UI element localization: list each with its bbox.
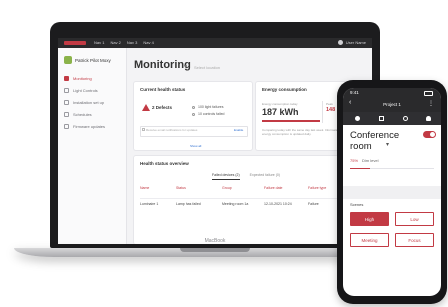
health-status-card: Current health status 2 Defects 100 ligh… <box>134 82 252 150</box>
avatar <box>337 40 343 45</box>
laptop-brand-label: MacBook <box>204 238 226 244</box>
tab-expected-failure[interactable]: Expected failure (0) <box>250 173 280 180</box>
sidebar-item-label: Firmware updates <box>73 123 106 129</box>
clock: 9:41 <box>350 90 359 95</box>
dim-slider-fill <box>350 168 370 169</box>
laptop-notch <box>180 248 250 252</box>
checkbox[interactable] <box>142 128 145 131</box>
building-icon <box>64 56 72 64</box>
failure-stat: 10 controls failed <box>192 112 224 116</box>
user-name: User Name <box>345 40 366 45</box>
warning-icon <box>142 104 150 111</box>
dim-level-row: 75% Dim level <box>350 158 378 163</box>
dim-percent: 75% <box>350 158 359 163</box>
section-divider <box>343 186 441 199</box>
top-nav-item[interactable]: Nav 2 <box>110 40 120 46</box>
battery-icon <box>424 91 433 96</box>
more-menu-icon[interactable]: ⋮ <box>428 100 434 108</box>
column-header[interactable]: Status <box>176 186 186 190</box>
building-selector[interactable]: Patrick Pilot Moxy <box>64 56 111 64</box>
light-icon <box>64 87 69 93</box>
sidebar-item-label: Installation set up <box>73 99 105 105</box>
tab-failed-devices[interactable]: Failed devices (2) <box>212 173 240 180</box>
installation-icon <box>64 99 69 105</box>
table-row[interactable]: Luminaire 1 Lamp has failed Meeting room… <box>140 198 366 207</box>
table-cell: Luminaire 1 <box>140 202 159 206</box>
notification-text: Receive email notifications for updates <box>146 128 198 132</box>
status-dot-icon <box>192 105 195 109</box>
sidebar-item-schedules[interactable]: Schedules <box>64 108 105 120</box>
scene-meeting-button[interactable]: Meeting <box>350 233 389 247</box>
chevron-down-icon[interactable]: ▾ <box>386 141 389 148</box>
show-all-link[interactable]: Show all <box>190 144 201 148</box>
room-name: Conference room <box>350 130 400 152</box>
energy-label: Energy consumption today <box>262 102 298 106</box>
peak-label: Peak <box>326 102 333 106</box>
square-icon[interactable] <box>379 116 384 121</box>
monitoring-icon <box>64 75 69 81</box>
defect-count: 2 Defects <box>152 105 173 110</box>
scene-focus-button[interactable]: Focus <box>395 233 434 247</box>
sidebar-item-label: Light Controls <box>73 87 98 93</box>
status-bar: 9:41 <box>343 88 441 98</box>
enable-link[interactable]: Enable <box>234 128 243 132</box>
table-cell: Meeting room 1a <box>222 202 249 206</box>
scenes-label: Scenes <box>350 202 364 207</box>
card-title: Current health status <box>140 87 186 92</box>
scene-low-button[interactable]: Low <box>395 212 434 226</box>
sidebar-nav: Monitoring Light Controls Installation s… <box>64 72 105 132</box>
sidebar-item-label: Schedules <box>73 111 92 117</box>
energy-value: 187 kWh <box>262 107 299 117</box>
sidebar-item-installation[interactable]: Installation set up <box>64 96 105 108</box>
app-title: Project 1 <box>383 102 401 107</box>
laptop-screen: Nav 1 Nav 2 Nav 3 Nav 4 User Name Patric… <box>58 38 372 244</box>
phone-screen: 9:41 ‹ Project 1 ⋮ Conference room ▾ 75%… <box>343 88 441 296</box>
top-bar: Nav 1 Nav 2 Nav 3 Nav 4 User Name <box>58 38 372 48</box>
top-nav-item[interactable]: Nav 1 <box>94 40 104 46</box>
status-dot-icon <box>192 112 195 116</box>
dim-label: Dim level <box>362 158 379 163</box>
table-header: Name Status Group Failure date Failure t… <box>140 186 366 192</box>
energy-bar <box>262 120 320 122</box>
firmware-icon <box>64 123 69 129</box>
sidebar-item-monitoring[interactable]: Monitoring <box>64 72 105 84</box>
chevron-down-icon[interactable]: ▾ <box>184 63 187 70</box>
column-header[interactable]: Group <box>222 186 232 190</box>
column-header[interactable]: Name <box>140 186 149 190</box>
stat-label: 10 controls failed <box>198 112 225 116</box>
building-name: Patrick Pilot Moxy <box>75 57 111 63</box>
power-toggle[interactable] <box>423 131 436 138</box>
scene-high-button[interactable]: High <box>350 212 389 226</box>
user-icon[interactable] <box>426 116 431 121</box>
bulb-icon[interactable] <box>355 116 360 121</box>
gear-icon[interactable] <box>403 116 408 121</box>
card-title: Energy consumption <box>262 87 307 92</box>
page-title: Monitoring <box>134 59 191 71</box>
brand-logo <box>64 41 86 45</box>
table-cell: Failure <box>308 202 319 206</box>
failure-stat: 100 light failures <box>192 105 224 109</box>
schedule-icon <box>64 111 69 117</box>
top-nav: Nav 1 Nav 2 Nav 3 Nav 4 <box>94 40 154 46</box>
card-title: Health status overview <box>140 161 189 166</box>
top-nav-item[interactable]: Nav 3 <box>127 40 137 46</box>
top-nav-item[interactable]: Nav 4 <box>143 40 153 46</box>
sidebar-item-light-controls[interactable]: Light Controls <box>64 84 105 96</box>
stat-label: 100 light failures <box>198 105 224 109</box>
sidebar: Patrick Pilot Moxy Monitoring Light Cont… <box>58 48 127 244</box>
column-header[interactable]: Failure type <box>308 186 326 190</box>
divider <box>322 101 323 123</box>
column-header[interactable]: Failure date <box>264 186 282 190</box>
table-cell: 12-10-2021 10:24 <box>264 202 292 206</box>
table-cell: Lamp has failed <box>176 202 201 206</box>
sidebar-item-label: Monitoring <box>73 75 92 81</box>
sidebar-item-firmware[interactable]: Firmware updates <box>64 120 105 132</box>
overview-tabs: Failed devices (2) Expected failure (0) <box>212 173 280 180</box>
user-menu[interactable]: User Name <box>337 40 366 45</box>
location-selector[interactable]: Select location <box>194 65 220 70</box>
